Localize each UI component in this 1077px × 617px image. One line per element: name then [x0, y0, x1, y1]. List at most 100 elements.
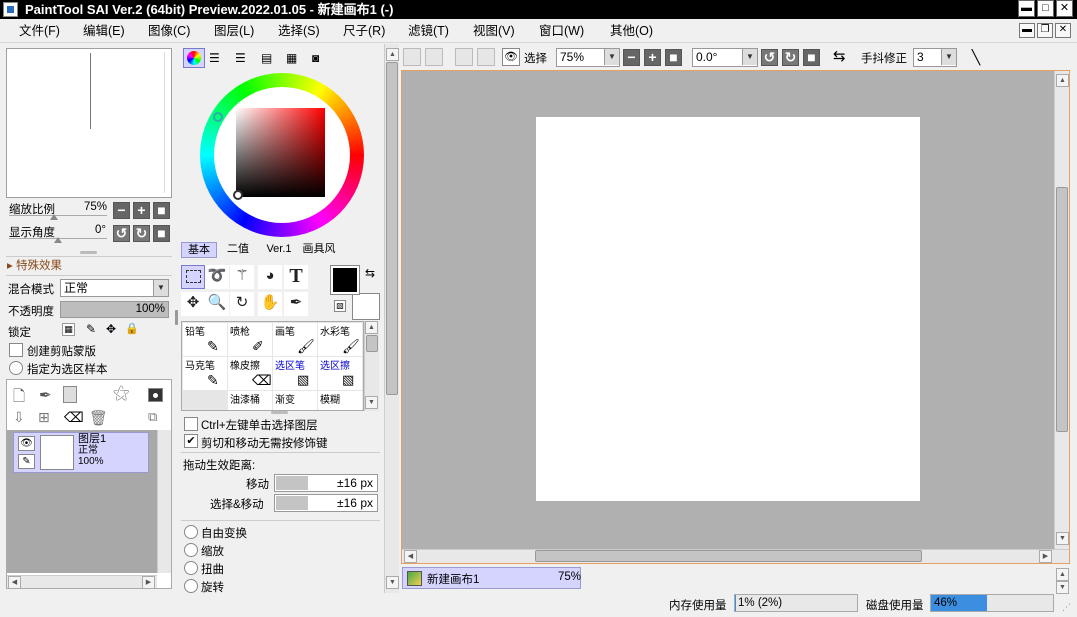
brush-pencil[interactable]: 铅笔 ✎ [183, 323, 227, 356]
mdi-restore-button[interactable]: ❐ [1037, 23, 1053, 38]
menu-filter[interactable]: 滤镜(T) [408, 22, 449, 40]
minimize-button[interactable]: ▬ [1018, 0, 1035, 17]
lock-all-icon[interactable]: 🔒 [125, 322, 139, 336]
splitter-grip[interactable] [80, 251, 97, 254]
menu-image[interactable]: 图像(C) [148, 22, 190, 40]
menu-ruler[interactable]: 尺子(R) [343, 22, 385, 40]
zoom-out-button[interactable]: − [113, 202, 130, 219]
tab-paint-style[interactable]: 画具风 [300, 242, 338, 258]
brush-watercolor[interactable]: 水彩笔 🖌 [318, 323, 362, 356]
scroll-left-icon[interactable]: ◀ [404, 550, 417, 563]
rgb-sliders-icon[interactable]: ☰ [209, 51, 220, 65]
menu-select[interactable]: 选择(S) [278, 22, 320, 40]
view-zoom-reset-button[interactable]: ■ [665, 49, 682, 66]
zoom-in-button[interactable]: + [133, 202, 150, 219]
swap-colors-icon[interactable]: ⇆ [365, 266, 375, 280]
lasso-icon[interactable]: ➰ [205, 265, 229, 289]
scroll-down-icon[interactable]: ▼ [386, 576, 399, 589]
view-zoom-select[interactable]: 75% ▼ [556, 48, 620, 67]
canvas[interactable] [536, 117, 920, 501]
brush-bucket[interactable]: 油漆桶 [228, 391, 272, 410]
swatches-icon[interactable]: ▦ [286, 51, 297, 65]
free-transform-radio[interactable] [184, 525, 198, 539]
tool-panel-scrollbar[interactable]: ▲ ▼ [384, 44, 399, 593]
menu-window[interactable]: 窗口(W) [539, 22, 584, 40]
view-angle-reset-button[interactable]: ■ [803, 49, 820, 66]
scroll-up-icon[interactable]: ▲ [386, 48, 399, 61]
rotate-radio[interactable] [184, 579, 198, 593]
saturation-value-square[interactable] [236, 108, 325, 197]
tab-binary[interactable]: 二值 [220, 242, 256, 258]
scroll-right-icon[interactable]: ▶ [142, 576, 155, 589]
tab-basic[interactable]: 基本 [181, 242, 217, 258]
brush-blur[interactable]: 模糊 [318, 391, 362, 410]
background-color-swatch[interactable] [352, 293, 380, 320]
brush-eraser[interactable]: 橡皮擦 ⌫ [228, 357, 272, 390]
mdi-minimize-button[interactable]: ▬ [1019, 23, 1035, 38]
menu-view[interactable]: 视图(V) [473, 22, 515, 40]
rotate-icon[interactable]: ↻ [230, 292, 254, 316]
new-layer-icon[interactable]: 🗋 [13, 386, 25, 411]
maximize-button[interactable]: □ [1037, 0, 1054, 17]
clipping-mask-checkbox[interactable] [9, 343, 23, 357]
zoom-reset-button[interactable]: ■ [153, 202, 170, 219]
cut-move-checkbox[interactable]: ✔ [184, 434, 198, 448]
apply-mask-icon[interactable]: ⧉ [148, 409, 157, 425]
scroll-up-icon[interactable]: ▲ [365, 321, 378, 334]
view-rotate-left-button[interactable]: ↺ [761, 49, 778, 66]
canvas-vscroll-thumb[interactable] [1056, 187, 1068, 432]
flip-horizontal-icon[interactable]: ⇆ [833, 49, 846, 65]
view-angle-select[interactable]: 0.0° ▼ [692, 48, 758, 67]
menu-file[interactable]: 文件(F) [19, 22, 60, 40]
transfer-down-icon[interactable]: ⇩ [13, 409, 25, 426]
tool-panel-scroll-thumb[interactable] [386, 62, 398, 395]
redo-button[interactable] [425, 48, 443, 66]
view-zoom-out-button[interactable]: − [623, 49, 640, 66]
new-folder-icon[interactable] [63, 386, 77, 403]
brush-select-pen[interactable]: 选区笔 ▧ [273, 357, 317, 390]
hand-icon[interactable]: ✋ [258, 292, 282, 316]
angle-reset-button[interactable]: ■ [153, 225, 170, 242]
scroll-down-icon[interactable]: ▼ [1056, 532, 1069, 545]
merge-down-icon[interactable]: ⊞ [38, 409, 50, 426]
scroll-up-icon[interactable]: ▲ [1056, 74, 1069, 87]
brush-select-eraser[interactable]: 选区擦 ▧ [318, 357, 362, 390]
color-cursor[interactable] [233, 190, 243, 200]
layer-list-hscrollbar[interactable]: ◀ ▶ [7, 575, 157, 589]
new-vector-layer-icon[interactable]: ✒ [39, 386, 52, 404]
canvas-viewport[interactable]: ▲ ▼ ◀ ▶ [401, 70, 1070, 564]
special-effects-header[interactable]: ▸ 特殊效果 [7, 257, 62, 273]
canvas-vscrollbar[interactable]: ▲ ▼ [1054, 71, 1069, 549]
selection-rect-icon[interactable] [181, 265, 205, 289]
eye-icon[interactable]: 👁 [18, 436, 35, 451]
blend-mode-select[interactable]: 正常 ▼ [60, 279, 169, 297]
navigator-preview[interactable] [6, 48, 172, 198]
left-splitter[interactable] [175, 310, 178, 325]
brush-scroll-thumb[interactable] [366, 335, 378, 352]
menu-layer[interactable]: 图层(L) [214, 22, 254, 40]
lock-transparency-icon[interactable]: ▦ [62, 323, 75, 336]
scroll-left-icon[interactable]: ◀ [8, 576, 21, 589]
color-wheel-tab[interactable] [183, 48, 205, 68]
angle-slider-handle[interactable] [54, 237, 62, 243]
brush-gradient[interactable]: 渐变 [273, 391, 317, 410]
tab-ver1[interactable]: Ver.1 [261, 242, 297, 258]
ctrl-click-checkbox[interactable] [184, 417, 198, 431]
select-move-slider[interactable]: ±16 px [274, 494, 378, 512]
splitter-grip-mid[interactable] [271, 411, 288, 414]
lock-paint-icon[interactable]: ✎ [84, 322, 98, 336]
magic-wand-icon[interactable]: ⚚ [230, 265, 254, 289]
menu-other[interactable]: 其他(O) [610, 22, 653, 40]
deselect-button[interactable] [455, 48, 473, 66]
mask-icon[interactable] [148, 388, 163, 402]
mdi-close-button[interactable]: ✕ [1055, 23, 1071, 38]
text-icon[interactable]: T [284, 265, 308, 289]
view-zoom-in-button[interactable]: + [644, 49, 661, 66]
clear-layer-icon[interactable]: ⌫ [64, 409, 84, 426]
brush-airbrush[interactable]: 喷枪 ✐ [228, 323, 272, 356]
close-button[interactable]: ✕ [1056, 0, 1073, 17]
stabilizer-select[interactable]: 3 ▼ [913, 48, 957, 67]
zoom-slider-handle[interactable] [50, 214, 58, 220]
hsv-sliders-icon[interactable]: ☰ [235, 51, 246, 65]
rotate-right-button[interactable]: ↻ [133, 225, 150, 242]
